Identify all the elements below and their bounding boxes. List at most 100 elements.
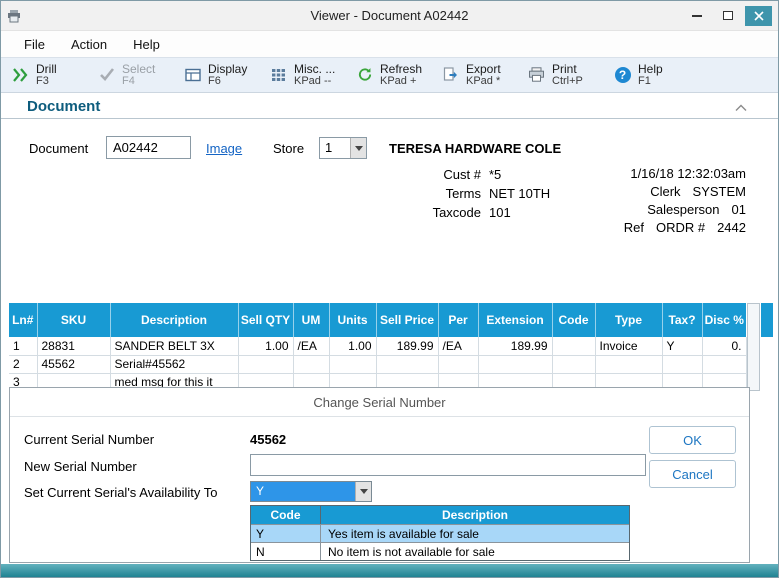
toolbar-drill-label: Drill — [36, 63, 57, 76]
toolbar-refresh-button[interactable]: Refresh KPad + — [355, 63, 441, 88]
clerk-value: SYSTEM — [693, 185, 746, 199]
toolbar-display-label: Display — [208, 63, 247, 76]
table-cell — [238, 355, 293, 373]
col-header-um[interactable]: UM — [293, 303, 329, 337]
table-cell: Y — [662, 337, 702, 355]
availability-value: Y — [251, 482, 355, 501]
document-input[interactable] — [106, 136, 191, 159]
menu-action[interactable]: Action — [58, 33, 120, 56]
col-header-code[interactable]: Code — [552, 303, 595, 337]
document-info-right: 1/16/18 12:32:03am Clerk SYSTEM Salesper… — [624, 167, 746, 235]
option-yes[interactable]: Y Yes item is available for sale — [251, 524, 629, 542]
ok-button[interactable]: OK — [649, 426, 736, 454]
printer-icon — [527, 67, 546, 82]
new-serial-input[interactable] — [250, 454, 646, 476]
toolbar-drill-shortcut: F3 — [36, 76, 57, 88]
table-cell: 189.99 — [376, 337, 438, 355]
toolbar-display-button[interactable]: Display F6 — [183, 63, 269, 88]
maximize-icon — [723, 11, 733, 20]
col-header-sell-qty[interactable]: Sell QTY — [238, 303, 293, 337]
toolbar-misc-shortcut: KPad -- — [294, 76, 335, 88]
toolbar-help-label: Help — [638, 63, 663, 76]
option-code: N — [251, 543, 321, 560]
table-cell — [702, 355, 746, 373]
keypad-icon — [269, 68, 288, 82]
col-header-tax[interactable]: Tax? — [662, 303, 702, 337]
table-cell: 1.00 — [238, 337, 293, 355]
titlebar: Viewer - Document A02442 — [1, 1, 778, 31]
close-button[interactable] — [745, 6, 772, 26]
table-cell — [662, 355, 702, 373]
col-header-units[interactable]: Units — [329, 303, 376, 337]
menu-bar: File Action Help — [1, 31, 778, 57]
toolbar-select-label: Select — [122, 63, 155, 76]
select-check-icon — [97, 68, 116, 81]
image-link[interactable]: Image — [206, 141, 242, 156]
options-header-row: Code Description — [251, 506, 629, 524]
table-scrollbar[interactable] — [747, 303, 760, 391]
store-dropdown[interactable]: 1 — [319, 137, 367, 159]
grid-header-row: Ln# SKU Description Sell QTY UM Units Se… — [9, 303, 746, 337]
availability-dropdown-button[interactable] — [355, 482, 371, 501]
col-header-sku[interactable]: SKU — [37, 303, 110, 337]
document-info-left: Cust # *5 Terms NET 10TH Taxcode 101 — [376, 167, 550, 220]
cust-label: Cust # — [376, 167, 481, 182]
terms-value: NET 10TH — [489, 186, 550, 201]
toolbar-select-button[interactable]: Select F4 — [97, 63, 183, 88]
table-cell — [293, 355, 329, 373]
col-header-per[interactable]: Per — [438, 303, 478, 337]
document-label: Document — [29, 141, 88, 156]
table-cell — [478, 355, 552, 373]
change-serial-dialog: Change Serial Number Current Serial Numb… — [9, 387, 750, 563]
availability-options-list: Code Description Y Yes item is available… — [250, 505, 630, 561]
table-row[interactable]: 2 45562 Serial#45562 — [9, 355, 746, 373]
toolbar-refresh-label: Refresh — [380, 63, 422, 76]
document-form: Document Image Store 1 TERESA HARDWARE C… — [1, 119, 778, 303]
new-serial-label: New Serial Number — [24, 459, 137, 474]
collapse-chevron-icon[interactable] — [734, 101, 748, 115]
section-title: Document — [27, 98, 100, 115]
maximize-button[interactable] — [714, 6, 741, 26]
line-item-grid: Ln# SKU Description Sell QTY UM Units Se… — [9, 303, 746, 392]
table-cell: /EA — [293, 337, 329, 355]
toolbar-export-button[interactable]: Export KPad * — [441, 63, 527, 88]
toolbar-drill-button[interactable]: Drill F3 — [11, 63, 97, 88]
col-header-ln[interactable]: Ln# — [9, 303, 37, 337]
availability-dropdown[interactable]: Y — [250, 481, 372, 502]
cancel-button[interactable]: Cancel — [649, 460, 736, 488]
option-code: Y — [251, 525, 321, 542]
options-header-description: Description — [321, 506, 629, 524]
availability-label: Set Current Serial's Availability To — [24, 485, 217, 500]
option-no[interactable]: N No item is not available for sale — [251, 542, 629, 560]
minimize-button[interactable] — [683, 6, 710, 26]
toolbar-print-button[interactable]: Print Ctrl+P — [527, 63, 613, 88]
table-cell — [329, 355, 376, 373]
col-header-extension[interactable]: Extension — [478, 303, 552, 337]
col-header-disc[interactable]: Disc % — [702, 303, 746, 337]
toolbar-help-button[interactable]: ? Help F1 — [613, 63, 683, 88]
col-header-sell-price[interactable]: Sell Price — [376, 303, 438, 337]
toolbar-display-shortcut: F6 — [208, 76, 247, 88]
display-grid-icon — [183, 68, 202, 82]
table-cell: 1 — [9, 337, 37, 355]
toolbar-misc-button[interactable]: Misc. ... KPad -- — [269, 63, 355, 88]
table-cell: 28831 — [37, 337, 110, 355]
menu-file[interactable]: File — [11, 33, 58, 56]
toolbar-export-shortcut: KPad * — [466, 76, 501, 88]
toolbar-export-label: Export — [466, 63, 501, 76]
refresh-icon — [355, 67, 374, 82]
menu-help[interactable]: Help — [120, 33, 173, 56]
table-cell: 2 — [9, 355, 37, 373]
window-bottom-strip — [1, 564, 778, 577]
col-header-description[interactable]: Description — [110, 303, 238, 337]
col-header-type[interactable]: Type — [595, 303, 662, 337]
dialog-separator — [10, 416, 749, 417]
table-row[interactable]: 1 28831 SANDER BELT 3X 1.00 /EA 1.00 189… — [9, 337, 746, 355]
table-cell: /EA — [438, 337, 478, 355]
table-cell: Invoice — [595, 337, 662, 355]
store-dropdown-button[interactable] — [350, 138, 366, 158]
table-cell — [552, 355, 595, 373]
dialog-title: Change Serial Number — [10, 388, 749, 410]
table-cell: 0. — [702, 337, 746, 355]
toolbar-select-shortcut: F4 — [122, 76, 155, 88]
